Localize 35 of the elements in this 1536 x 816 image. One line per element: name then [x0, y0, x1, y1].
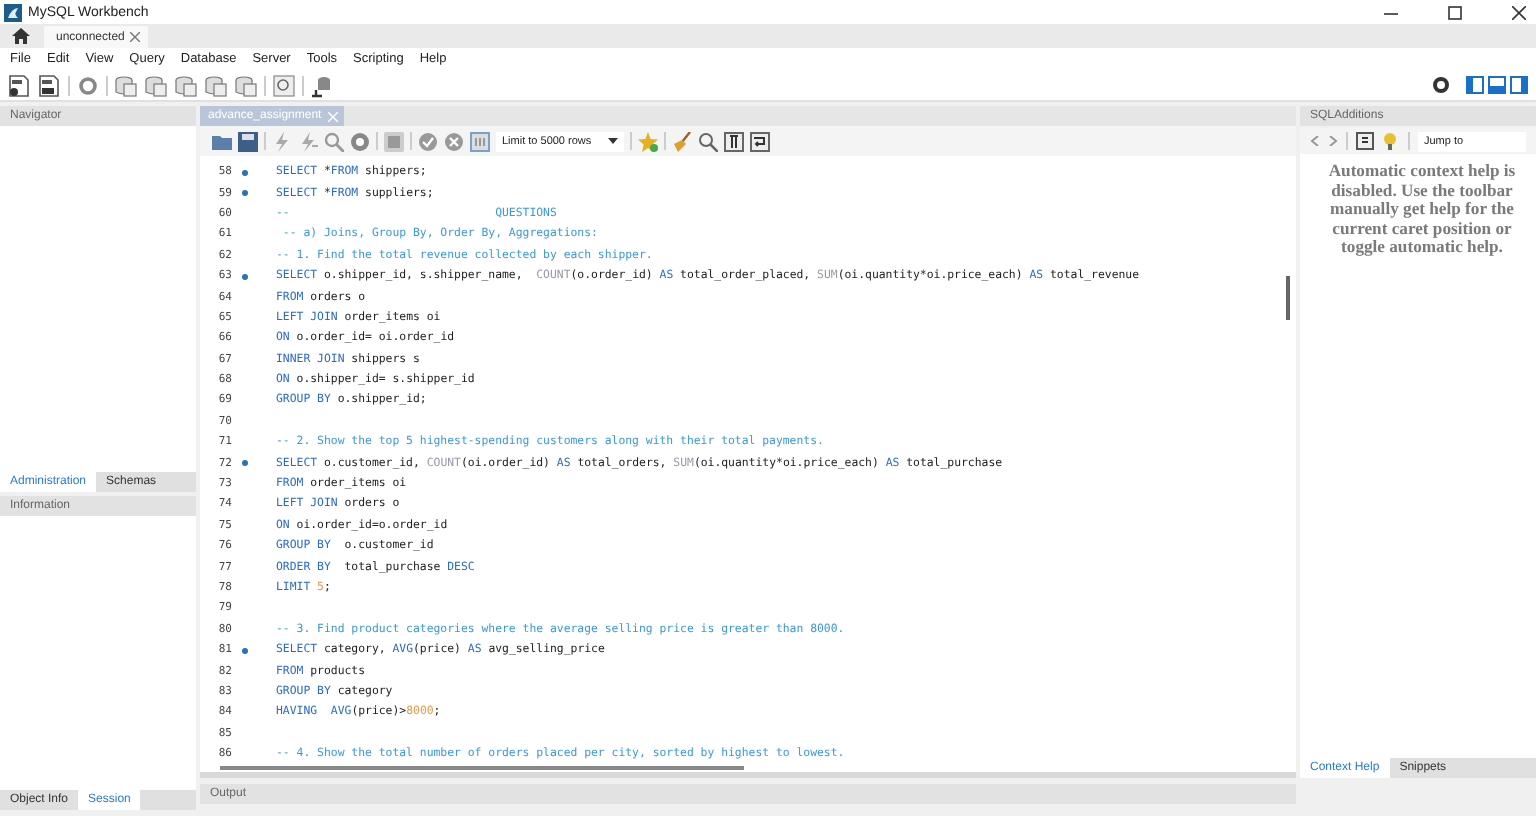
paragraph-icon[interactable]	[723, 131, 744, 151]
database-icon[interactable]	[144, 73, 168, 97]
broom-icon[interactable]	[671, 131, 692, 151]
close-icon[interactable]	[1512, 5, 1526, 19]
database-icon[interactable]	[114, 73, 138, 97]
wrap-icon[interactable]	[749, 131, 770, 151]
panel-toggle-icon[interactable]	[1488, 76, 1506, 94]
database-icon[interactable]	[174, 73, 198, 97]
help-icon[interactable]	[1356, 132, 1374, 150]
database-icon[interactable]	[234, 73, 258, 97]
home-icon[interactable]	[12, 28, 30, 44]
back-icon[interactable]	[1310, 136, 1320, 146]
help-text: current caret position or	[1332, 219, 1512, 238]
scrollbar[interactable]	[220, 766, 744, 770]
help-text: toggle automatic help.	[1341, 238, 1503, 257]
save-icon[interactable]	[238, 131, 258, 151]
forward-icon[interactable]	[1328, 136, 1338, 146]
sidebar-toggle-icon[interactable]	[1510, 76, 1528, 94]
document-icon[interactable]	[8, 73, 32, 97]
maximize-icon[interactable]	[1448, 5, 1462, 19]
check-icon[interactable]	[418, 131, 438, 151]
help-text: Automatic context help is	[1328, 162, 1516, 181]
sidebar-toggle-icon[interactable]	[1466, 76, 1484, 94]
star-icon[interactable]	[637, 131, 658, 151]
help-text: disabled. Use the toolbar	[1331, 181, 1513, 200]
database-icon[interactable]	[204, 73, 228, 97]
toggle-icon[interactable]	[470, 131, 490, 151]
cancel-icon[interactable]	[444, 131, 464, 151]
lightbulb-icon[interactable]	[1382, 132, 1400, 150]
scrollbar[interactable]	[1286, 276, 1290, 320]
app-icon	[4, 3, 22, 21]
folder-icon[interactable]	[212, 131, 232, 151]
document-icon[interactable]	[38, 73, 62, 97]
caret-icon[interactable]	[607, 138, 618, 144]
help-text: manually get help for the	[1330, 200, 1514, 219]
